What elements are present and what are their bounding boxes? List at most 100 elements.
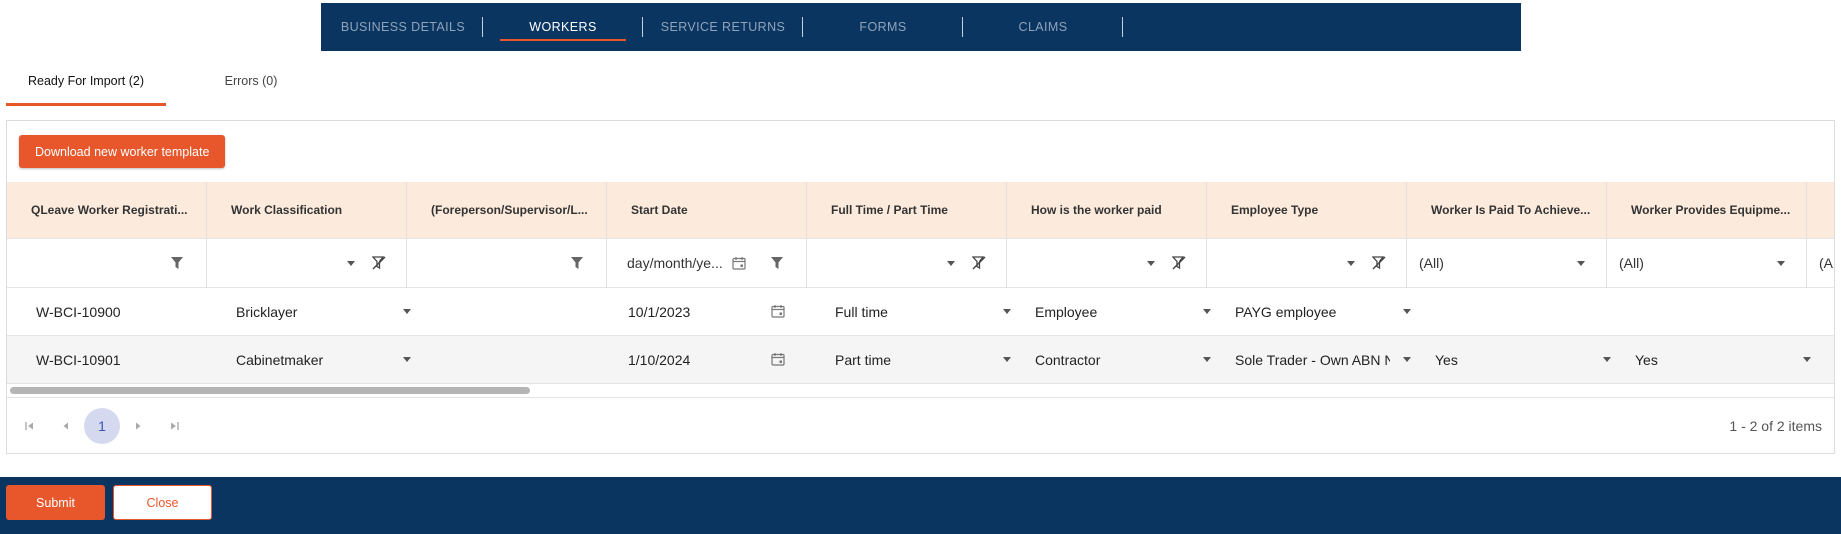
tab-label: WORKERS	[529, 20, 597, 34]
workers-grid: QLeave Worker Registrati... Work Classif…	[7, 182, 1834, 384]
next-page-icon[interactable]	[120, 408, 156, 444]
cell-start-date[interactable]: 1/10/2024	[607, 336, 807, 383]
cell-paid-achieve[interactable]	[1407, 288, 1607, 335]
filter-funnel-icon[interactable]	[571, 257, 583, 269]
filter-equipment[interactable]: (All)	[1607, 239, 1807, 287]
column-header-employee-type[interactable]: Employee Type	[1207, 182, 1407, 238]
chevron-down-icon[interactable]	[1147, 261, 1155, 266]
clear-filter-icon[interactable]	[972, 256, 986, 270]
tab-label: BUSINESS DETAILS	[340, 20, 466, 34]
cell-paid-achieve[interactable]: Yes	[1407, 336, 1611, 383]
filter-supervisor[interactable]	[407, 239, 607, 287]
cell-ft-pt[interactable]: Full time	[807, 288, 1011, 335]
calendar-icon[interactable]	[771, 352, 785, 366]
horizontal-scrollbar[interactable]	[10, 387, 530, 394]
column-header-paid-achieve[interactable]: Worker Is Paid To Achieve...	[1407, 182, 1607, 238]
clear-filter-icon[interactable]	[1172, 256, 1186, 270]
cell-how-paid[interactable]: Employee	[1007, 288, 1211, 335]
cell-equipment[interactable]	[1607, 288, 1807, 335]
column-header-label: Full Time / Part Time	[831, 203, 948, 217]
filter-next[interactable]: (A	[1807, 239, 1834, 287]
download-template-button[interactable]: Download new worker template	[19, 135, 226, 168]
tab-ready-for-import[interactable]: Ready For Import (2)	[6, 62, 166, 106]
tab-forms[interactable]: FORMS	[803, 3, 963, 51]
chevron-down-icon[interactable]	[1347, 261, 1355, 266]
page-number-button[interactable]: 1	[84, 408, 120, 444]
filter-paid-achieve[interactable]: (All)	[1407, 239, 1607, 287]
clear-filter-icon[interactable]	[372, 256, 386, 270]
column-header-how-paid[interactable]: How is the worker paid	[1007, 182, 1207, 238]
filter-select-value: (A	[1819, 255, 1833, 271]
tab-service-returns[interactable]: SERVICE RETURNS	[643, 3, 803, 51]
chevron-down-icon[interactable]	[347, 261, 355, 266]
chevron-down-icon[interactable]	[1777, 261, 1785, 266]
cell-employee-type[interactable]: PAYG employee	[1207, 288, 1411, 335]
previous-page-icon[interactable]	[48, 408, 84, 444]
first-page-icon[interactable]	[12, 408, 48, 444]
filter-how-paid[interactable]	[1007, 239, 1207, 287]
filter-select-value: (All)	[1419, 255, 1444, 271]
column-header-label: Worker Is Paid To Achieve...	[1431, 203, 1591, 217]
tab-workers[interactable]: WORKERS	[483, 3, 643, 51]
cell-how-paid[interactable]: Contractor	[1007, 336, 1211, 383]
last-page-icon[interactable]	[156, 408, 192, 444]
cell-text: 1/10/2024	[628, 351, 691, 368]
close-button[interactable]: Close	[113, 485, 212, 520]
tab-business-details[interactable]: BUSINESS DETAILS	[323, 3, 483, 51]
cell-next[interactable]	[1807, 336, 1834, 383]
chevron-down-icon[interactable]	[1577, 261, 1585, 266]
cell-employee-type[interactable]: Sole Trader - Own ABN No	[1207, 336, 1411, 383]
import-subtabs: Ready For Import (2) Errors (0)	[6, 62, 331, 106]
tab-label: SERVICE RETURNS	[660, 20, 786, 34]
calendar-icon[interactable]	[732, 256, 746, 270]
cell-text: Bricklayer	[236, 303, 298, 320]
column-header-equipment[interactable]: Worker Provides Equipme...	[1607, 182, 1807, 238]
footer-bar: Submit Close	[0, 477, 1841, 534]
filter-select-value: (All)	[1619, 255, 1644, 271]
column-header-ft-pt[interactable]: Full Time / Part Time	[807, 182, 1007, 238]
grid-header-row: QLeave Worker Registrati... Work Classif…	[7, 182, 1834, 239]
column-header-supervisor[interactable]: (Foreperson/Supervisor/L...	[407, 182, 607, 238]
cell-equipment[interactable]: Yes	[1607, 336, 1811, 383]
cell-text: Employee	[1035, 303, 1098, 320]
filter-ft-pt[interactable]	[807, 239, 1007, 287]
tab-claims[interactable]: CLAIMS	[963, 3, 1123, 51]
cell-next[interactable]	[1807, 288, 1834, 335]
cell-classification[interactable]: Cabinetmaker	[207, 336, 411, 383]
calendar-icon[interactable]	[771, 304, 785, 318]
top-nav: BUSINESS DETAILS WORKERS SERVICE RETURNS…	[321, 3, 1521, 51]
tab-errors[interactable]: Errors (0)	[171, 62, 331, 106]
chevron-down-icon[interactable]	[947, 261, 955, 266]
filter-funnel-icon[interactable]	[171, 257, 183, 269]
column-header-classification[interactable]: Work Classification	[207, 182, 407, 238]
column-header-registration[interactable]: QLeave Worker Registrati...	[7, 182, 207, 238]
filter-start-date[interactable]: day/month/ye...	[607, 239, 807, 287]
cell-start-date[interactable]: 10/1/2023	[607, 288, 807, 335]
column-header-label: How is the worker paid	[1031, 203, 1162, 217]
cell-text: Yes	[1435, 351, 1458, 368]
filter-registration[interactable]	[7, 239, 207, 287]
cell-supervisor[interactable]	[407, 336, 607, 383]
filter-funnel-icon[interactable]	[771, 257, 783, 269]
table-row[interactable]: W-BCI-10901 Cabinetmaker 1/10/2024 Part …	[7, 336, 1834, 384]
column-header-label: Work Classification	[231, 203, 343, 217]
filter-employee-type[interactable]	[1207, 239, 1407, 287]
table-row[interactable]: W-BCI-10900 Bricklayer 10/1/2023 Full ti…	[7, 288, 1834, 336]
cell-ft-pt[interactable]: Part time	[807, 336, 1011, 383]
column-header-next[interactable]	[1807, 182, 1834, 238]
column-header-label: Employee Type	[1231, 203, 1319, 217]
cell-text: W-BCI-10900	[36, 303, 121, 320]
column-header-label: Start Date	[631, 203, 688, 217]
cell-supervisor[interactable]	[407, 288, 607, 335]
tab-label: FORMS	[859, 20, 907, 34]
filter-classification[interactable]	[207, 239, 407, 287]
cell-text: PAYG employee	[1235, 303, 1337, 320]
clear-filter-icon[interactable]	[1372, 256, 1386, 270]
date-filter-input[interactable]: day/month/ye...	[627, 255, 723, 271]
cell-text: W-BCI-10901	[36, 351, 121, 368]
column-header-start-date[interactable]: Start Date	[607, 182, 807, 238]
cell-classification[interactable]: Bricklayer	[207, 288, 411, 335]
submit-button[interactable]: Submit	[6, 485, 105, 520]
cell-text: Sole Trader - Own ABN No	[1235, 351, 1390, 368]
tab-label: CLAIMS	[1018, 20, 1068, 34]
